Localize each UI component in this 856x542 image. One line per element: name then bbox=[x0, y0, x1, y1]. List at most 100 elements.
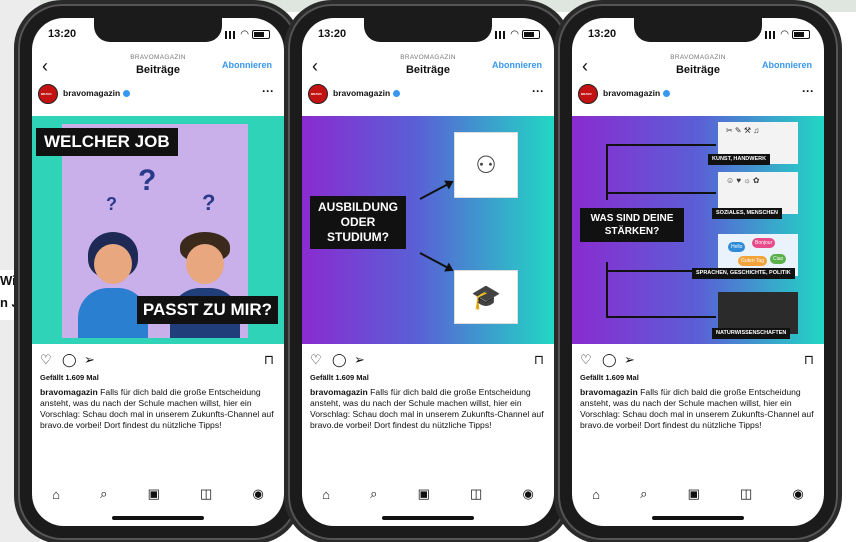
phone-1: 13:20 ◠ ‹ BRAVOMAGAZIN Beiträge Abonnier… bbox=[18, 4, 298, 540]
verified-icon bbox=[393, 90, 401, 98]
more-options-icon[interactable]: ··· bbox=[262, 84, 274, 98]
more-options-icon[interactable]: ··· bbox=[532, 84, 544, 98]
home-icon[interactable]: ⌂ bbox=[322, 487, 330, 502]
category-label: KUNST, HANDWERK bbox=[708, 154, 771, 165]
username-text: bravomagazin bbox=[63, 88, 121, 98]
reels-icon[interactable]: ▣ bbox=[148, 486, 160, 502]
arrow-up bbox=[419, 181, 453, 200]
post-actions: ♡ ◯ ➢ ⊓ bbox=[310, 352, 544, 368]
wifi-icon: ◠ bbox=[240, 29, 249, 40]
profile-icon[interactable]: ◉ bbox=[253, 486, 264, 502]
home-icon[interactable]: ⌂ bbox=[52, 487, 60, 502]
username[interactable]: bravomagazin bbox=[63, 88, 131, 98]
header: ‹ BRAVOMAGAZIN Beiträge Abonnieren bbox=[302, 52, 554, 82]
caption-username[interactable]: bravomagazin bbox=[580, 387, 638, 397]
avatar[interactable]: BRAVO bbox=[38, 84, 58, 104]
caption-username[interactable]: bravomagazin bbox=[40, 387, 98, 397]
home-indicator[interactable] bbox=[652, 516, 744, 520]
signal-icon bbox=[765, 30, 778, 39]
post-image[interactable]: ? ? ? WELCHER JOB PASST ZU MIR? bbox=[32, 116, 284, 344]
bottom-nav: ⌂ ⌕ ▣ ◫ ◉ bbox=[302, 484, 554, 504]
status-icons: ◠ bbox=[495, 29, 540, 40]
comment-icon[interactable]: ◯ bbox=[62, 352, 77, 368]
status-icons: ◠ bbox=[225, 29, 270, 40]
status-icons: ◠ bbox=[765, 29, 810, 40]
share-icon[interactable]: ➢ bbox=[84, 352, 95, 368]
post-image[interactable]: AUSBILDUNG ODER STUDIUM? ⚇ 🎓 bbox=[302, 116, 554, 344]
question-mark: ? bbox=[106, 194, 117, 214]
username-text: bravomagazin bbox=[333, 88, 391, 98]
header: ‹ BRAVOMAGAZIN Beiträge Abonnieren bbox=[32, 52, 284, 82]
comment-icon[interactable]: ◯ bbox=[332, 352, 347, 368]
verified-icon bbox=[123, 90, 131, 98]
profile-icon[interactable]: ◉ bbox=[793, 486, 804, 502]
likes-count[interactable]: Gefällt 1.609 Mal bbox=[40, 373, 99, 382]
speech-bubble: Bonjour bbox=[752, 238, 776, 248]
battery-icon bbox=[522, 30, 540, 39]
follow-button[interactable]: Abonnieren bbox=[762, 60, 812, 70]
more-options-icon[interactable]: ··· bbox=[802, 84, 814, 98]
home-indicator[interactable] bbox=[112, 516, 204, 520]
status-time: 13:20 bbox=[48, 28, 77, 40]
comment-icon[interactable]: ◯ bbox=[602, 352, 617, 368]
home-icon[interactable]: ⌂ bbox=[592, 487, 600, 502]
shop-icon[interactable]: ◫ bbox=[740, 486, 752, 502]
speech-bubble: Hello bbox=[728, 242, 746, 252]
category-label: SOZIALES, MENSCHEN bbox=[712, 208, 783, 219]
avatar[interactable]: BRAVO bbox=[308, 84, 328, 104]
heart-icon[interactable]: ♡ bbox=[310, 352, 322, 368]
image-headline: WAS SIND DEINE STÄRKEN? bbox=[580, 208, 684, 242]
shop-icon[interactable]: ◫ bbox=[200, 486, 212, 502]
verified-icon bbox=[663, 90, 671, 98]
heart-icon[interactable]: ♡ bbox=[580, 352, 592, 368]
heart-icon[interactable]: ♡ bbox=[40, 352, 52, 368]
status-time: 13:20 bbox=[318, 28, 347, 40]
post-actions: ♡ ◯ ➢ ⊓ bbox=[580, 352, 814, 368]
avatar-text: BRAVO bbox=[41, 92, 52, 96]
arrow-down bbox=[419, 252, 453, 271]
share-icon[interactable]: ➢ bbox=[354, 352, 365, 368]
follow-button[interactable]: Abonnieren bbox=[222, 60, 272, 70]
search-icon[interactable]: ⌕ bbox=[640, 486, 647, 502]
image-headline: WELCHER JOB bbox=[36, 128, 178, 156]
phone-2: 13:20 ◠ ‹ BRAVOMAGAZIN Beiträge Abonnier… bbox=[288, 4, 568, 540]
home-indicator[interactable] bbox=[382, 516, 474, 520]
phone-screen: 13:20 ◠ ‹ BRAVOMAGAZIN Beiträge Abonnier… bbox=[302, 18, 554, 526]
follow-button[interactable]: Abonnieren bbox=[492, 60, 542, 70]
username[interactable]: bravomagazin bbox=[603, 88, 671, 98]
caption-username[interactable]: bravomagazin bbox=[310, 387, 368, 397]
reels-icon[interactable]: ▣ bbox=[688, 486, 700, 502]
notch bbox=[94, 18, 222, 42]
phone-screen: 13:20 ◠ ‹ BRAVOMAGAZIN Beiträge Abonnier… bbox=[32, 18, 284, 526]
reels-icon[interactable]: ▣ bbox=[418, 486, 430, 502]
profile-icon[interactable]: ◉ bbox=[523, 486, 534, 502]
likes-count[interactable]: Gefällt 1.609 Mal bbox=[580, 373, 639, 382]
share-icon[interactable]: ➢ bbox=[624, 352, 635, 368]
avatar-text: BRAVO bbox=[581, 92, 592, 96]
post-header: BRAVO bravomagazin ··· bbox=[302, 84, 554, 108]
graduation-cap-icon: 🎓 bbox=[454, 270, 518, 324]
shop-icon[interactable]: ◫ bbox=[470, 486, 482, 502]
status-time: 13:20 bbox=[588, 28, 617, 40]
bookmark-icon[interactable]: ⊓ bbox=[804, 352, 814, 368]
signal-icon bbox=[495, 30, 508, 39]
branch-line bbox=[606, 144, 716, 146]
search-icon[interactable]: ⌕ bbox=[370, 486, 377, 502]
likes-count[interactable]: Gefällt 1.609 Mal bbox=[310, 373, 369, 382]
bookmark-icon[interactable]: ⊓ bbox=[264, 352, 274, 368]
bottom-nav: ⌂ ⌕ ▣ ◫ ◉ bbox=[32, 484, 284, 504]
username-text: bravomagazin bbox=[603, 88, 661, 98]
search-icon[interactable]: ⌕ bbox=[100, 486, 107, 502]
caption: bravomagazin Falls für dich bald die gro… bbox=[40, 387, 276, 431]
post-image[interactable]: WAS SIND DEINE STÄRKEN? ✂ ✎ ⚒ ♫ KUNST, H… bbox=[572, 116, 824, 344]
post-header: BRAVO bravomagazin ··· bbox=[32, 84, 284, 108]
phone-3: 13:20 ◠ ‹ BRAVOMAGAZIN Beiträge Abonnier… bbox=[558, 4, 838, 540]
category-label: SPRACHEN, GESCHICHTE, POLITIK bbox=[692, 268, 795, 279]
avatar[interactable]: BRAVO bbox=[578, 84, 598, 104]
username[interactable]: bravomagazin bbox=[333, 88, 401, 98]
caption: bravomagazin Falls für dich bald die gro… bbox=[580, 387, 816, 431]
bottom-nav: ⌂ ⌕ ▣ ◫ ◉ bbox=[572, 484, 824, 504]
caption: bravomagazin Falls für dich bald die gro… bbox=[310, 387, 546, 431]
bookmark-icon[interactable]: ⊓ bbox=[534, 352, 544, 368]
battery-icon bbox=[252, 30, 270, 39]
